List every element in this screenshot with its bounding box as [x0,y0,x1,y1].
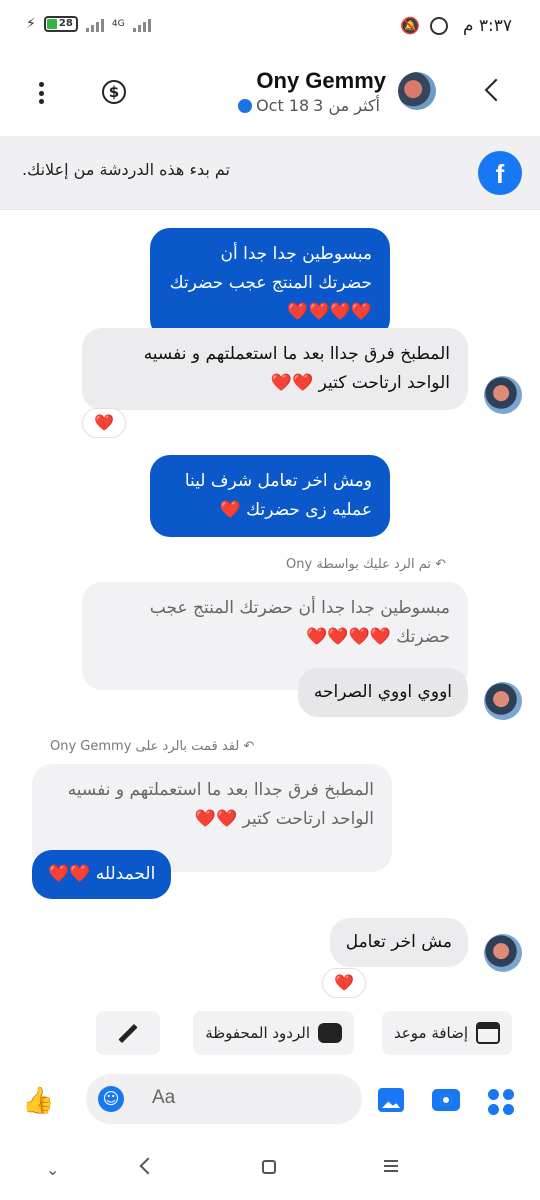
chat-header: Ony Gemmy أكثر من 3 Oct 18 $ [0,56,540,136]
add-appointment-button[interactable]: إضافة موعد [381,1011,512,1055]
ad-origin-text: .تم بدء هذه الدردشة من إعلانك [22,160,230,179]
edit-quick-replies-button[interactable] [96,1011,160,1055]
chat-bubbles-icon [318,1023,342,1043]
camera-icon[interactable] [432,1089,460,1111]
message-input[interactable]: ☺ Aa [86,1074,362,1124]
alarm-icon [430,17,448,35]
heart-emojis: ❤️❤️❤️❤️ [287,302,374,322]
contact-status: أكثر من 3 Oct 18 [238,96,380,115]
message-text: الحمدلله [95,864,156,884]
mute-icon: 🔕 [400,16,420,35]
reply-indicator: ↶ لقد قمت بالرد على Ony Gemmy [50,739,254,754]
status-bar: ⚡ 28 4G 🔕 ٣:٣٧ م [0,0,540,56]
message-text: ومش اخر تعامل شرف لينا عمليه زى حضرتك [184,471,372,520]
message-text: مبسوطين جدا جدا أن حضرتك المنتج عجب حضرت… [169,244,372,293]
pencil-icon [118,1023,138,1043]
signal-icon-2 [132,16,151,32]
quoted-text: مبسوطين جدا جدا أن حضرتك المنتج عجب حضرت… [149,598,450,647]
received-message[interactable]: مش اخر تعامل [329,918,468,967]
hide-keyboard-icon[interactable]: ⌄ [46,1160,59,1179]
thumbs-up-icon[interactable]: 👍 [22,1086,54,1116]
status-time: ٣:٣٧ م [462,16,512,36]
status-left-group: ⚡ 28 4G [26,16,151,32]
system-nav-bar: ⌄ [0,1140,540,1200]
facebook-icon: f [478,151,522,195]
message-text: اووي اووي الصراحه [313,682,452,702]
sent-message[interactable]: ومش اخر تعامل شرف لينا عمليه زى حضرتك ❤️ [150,455,390,537]
nav-back-icon[interactable] [139,1157,157,1175]
ad-origin-banner: f .تم بدء هذه الدردشة من إعلانك [0,136,540,210]
received-message[interactable]: اووي اووي الصراحه [297,668,468,717]
payment-dollar-icon[interactable]: $ [102,80,126,104]
charging-icon: ⚡ [26,16,36,32]
battery-level: 28 [58,18,73,29]
battery-icon: 28 [43,16,78,32]
reply-arrow-icon: ↶ [430,557,446,572]
heart-reaction[interactable]: ❤️ [82,408,126,438]
contact-name[interactable]: Ony Gemmy [256,68,386,94]
more-options-icon[interactable] [38,82,44,104]
quick-actions-row: إضافة موعد الردود المحفوظة [0,1011,540,1055]
received-message[interactable]: المطبخ فرق جداا بعد ما استعملتهم و نفسيه… [82,328,468,410]
more-apps-icon[interactable] [488,1089,514,1115]
signal-icon [85,16,104,32]
message-composer: 👍 ☺ Aa [0,1074,540,1128]
sender-avatar[interactable] [484,682,522,720]
gallery-icon[interactable] [378,1088,404,1112]
nav-home-icon[interactable] [262,1160,276,1174]
reply-note-text: تم الرد عليك بواسطة Ony [286,557,431,572]
heart-emojis: ❤️ [219,500,243,520]
sent-message[interactable]: مبسوطين جدا جدا أن حضرتك المنتج عجب حضرت… [150,228,390,339]
message-text: مش اخر تعامل [345,932,452,952]
heart-emojis: ❤️❤️ [194,809,239,829]
message-input-placeholder[interactable]: Aa [152,1087,175,1109]
network-type: 4G [111,18,125,29]
reply-indicator: ↶ تم الرد عليك بواسطة Ony [286,557,446,572]
heart-reaction[interactable]: ❤️ [322,968,366,998]
saved-replies-button[interactable]: الردود المحفوظة [193,1011,354,1055]
emoji-icon[interactable]: ☺ [98,1086,124,1112]
sent-message[interactable]: الحمدلله ❤️❤️ [32,850,172,899]
heart-emojis: ❤️❤️ [48,864,92,884]
heart-emojis: ❤️❤️ [270,373,315,393]
reply-arrow-icon: ↶ [239,739,255,754]
calendar-icon [476,1022,500,1044]
heart-emojis: ❤️❤️❤️❤️ [306,627,393,647]
active-status-icon [238,98,253,113]
sender-avatar[interactable] [484,934,522,972]
saved-replies-label: الردود المحفوظة [205,1024,310,1042]
add-appointment-label: إضافة موعد [393,1024,468,1042]
reply-note-text: لقد قمت بالرد على Ony Gemmy [50,739,240,754]
last-active-label: أكثر من 3 [313,96,380,115]
back-arrow-icon[interactable] [484,78,508,102]
contact-avatar[interactable] [398,72,436,110]
last-active-date: Oct 18 [256,96,310,115]
nav-recents-icon[interactable] [384,1160,398,1172]
sender-avatar[interactable] [484,376,522,414]
